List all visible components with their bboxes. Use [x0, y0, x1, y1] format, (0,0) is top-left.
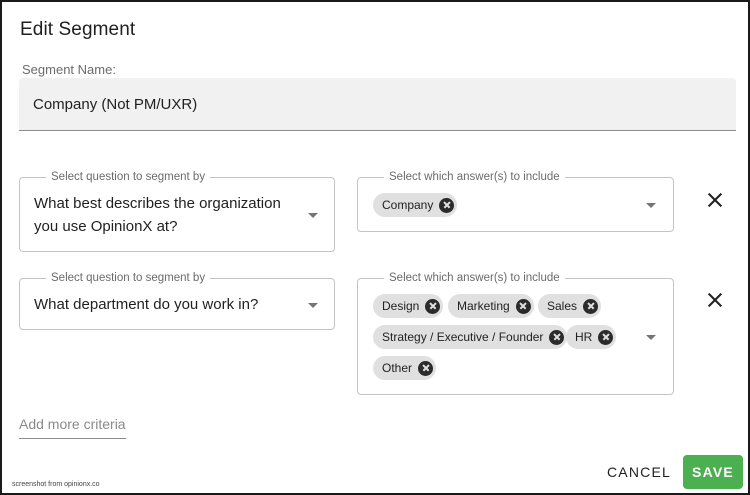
add-more-criteria-link[interactable]: Add more criteria [19, 416, 126, 439]
answer-chip: Strategy / Executive / Founder [373, 325, 568, 349]
cancel-button[interactable]: CANCEL [603, 457, 675, 487]
question-select-value: What best describes the organization you… [34, 192, 281, 238]
cancel-circle-icon[interactable] [418, 360, 434, 376]
question-text-line: What best describes the organization [34, 195, 281, 212]
watermark: screenshot from opinionx.co [12, 481, 100, 488]
answer-chip: Design [373, 294, 444, 318]
answer-chip-label: Sales [547, 299, 578, 313]
caret-down-icon [308, 303, 318, 308]
segment-name-label: Segment Name: [22, 62, 116, 77]
cancel-circle-icon[interactable] [598, 329, 614, 345]
answer-chip: Marketing [448, 294, 534, 318]
answer-select-legend: Select which answer(s) to include [384, 170, 565, 184]
question-select-2[interactable]: Select question to segment by What depar… [19, 271, 335, 330]
answer-chip: HR [566, 325, 617, 349]
answer-chip-label: Marketing [457, 299, 510, 313]
question-select-legend: Select question to segment by [46, 271, 211, 285]
question-select-value: What department do you work in? [34, 296, 259, 313]
question-text-line: you use OpinionX at? [34, 218, 178, 235]
answer-select-2[interactable]: Select which answer(s) to include Design… [357, 271, 674, 395]
answer-chip-label: Other [382, 361, 413, 375]
answer-select-1[interactable]: Select which answer(s) to include Compan… [357, 170, 674, 232]
edit-segment-dialog: Edit Segment Segment Name: Company (Not … [0, 0, 750, 495]
answer-chip: Other [373, 356, 437, 380]
caret-down-icon [646, 203, 656, 208]
cancel-circle-icon[interactable] [549, 329, 565, 345]
cancel-circle-icon[interactable] [439, 197, 455, 213]
answer-chip-label: HR [575, 330, 593, 344]
remove-criterion-close-icon[interactable] [705, 190, 725, 210]
caret-down-icon [308, 213, 318, 218]
remove-criterion-close-icon[interactable] [705, 290, 725, 310]
cancel-circle-icon[interactable] [515, 298, 531, 314]
segment-name-value: Company (Not PM/UXR) [33, 96, 198, 113]
dialog-title: Edit Segment [20, 19, 136, 40]
answer-chip: Company [373, 193, 458, 217]
save-button[interactable]: SAVE [683, 455, 743, 489]
cancel-circle-icon[interactable] [425, 298, 441, 314]
answer-chip-label: Company [382, 198, 434, 212]
cancel-circle-icon[interactable] [583, 298, 599, 314]
answer-chip-label: Strategy / Executive / Founder [382, 330, 544, 344]
question-select-1[interactable]: Select question to segment by What best … [19, 170, 335, 252]
answer-chip-label: Design [382, 299, 420, 313]
answer-select-legend: Select which answer(s) to include [384, 271, 565, 285]
answer-chip: Sales [538, 294, 602, 318]
segment-name-input[interactable]: Company (Not PM/UXR) [19, 78, 736, 131]
caret-down-icon [646, 335, 656, 340]
question-select-legend: Select question to segment by [46, 170, 211, 184]
